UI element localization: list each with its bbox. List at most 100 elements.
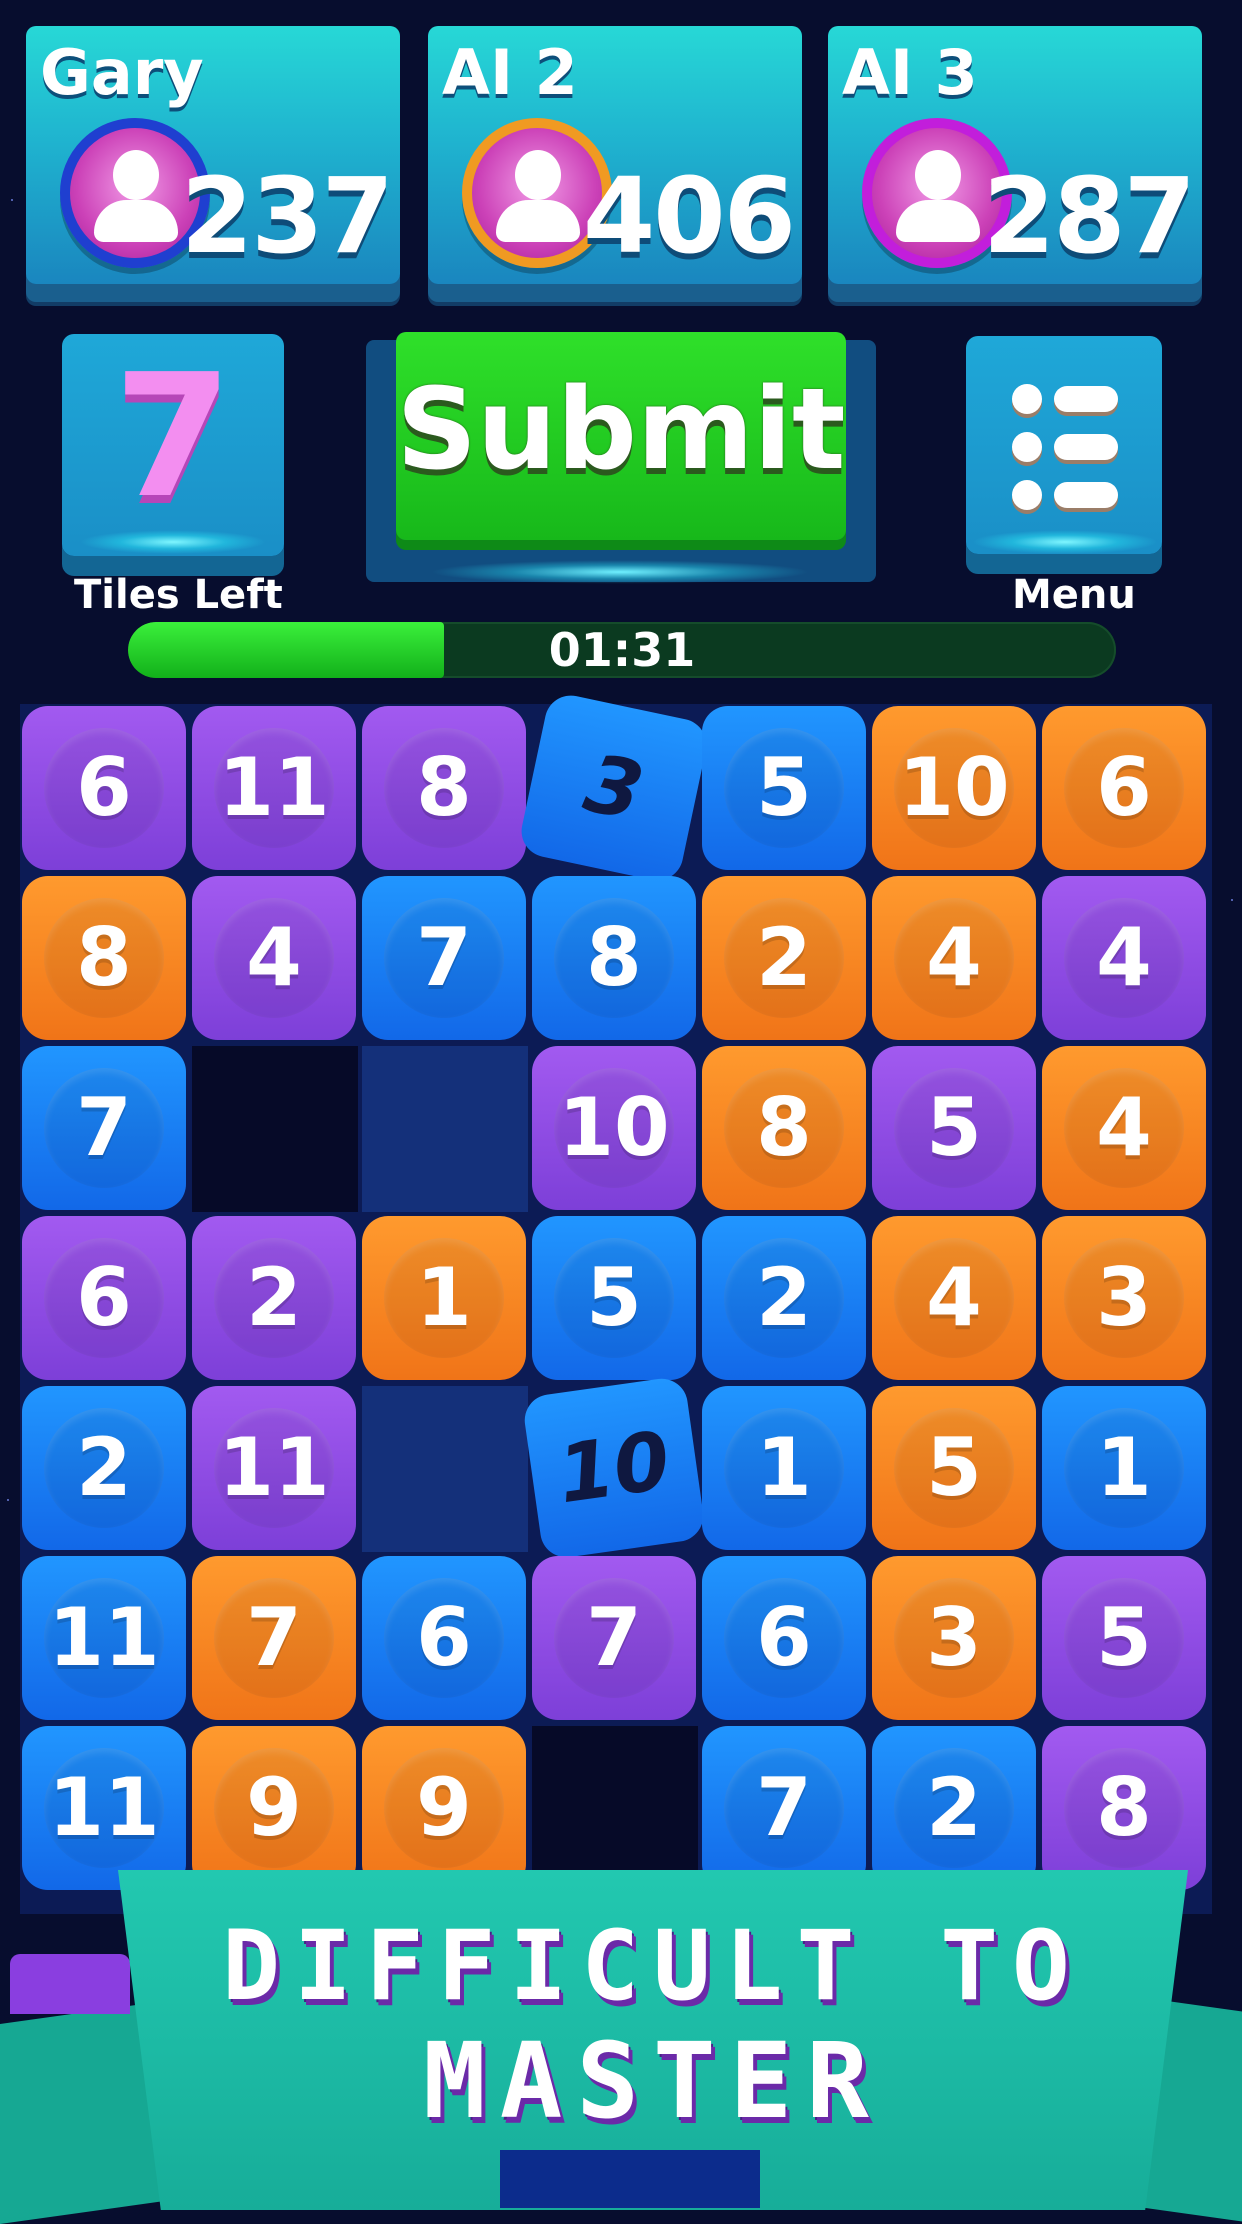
tile-value: 10 — [898, 741, 1010, 834]
tile-value: 2 — [926, 1761, 982, 1854]
tile-value: 11 — [48, 1591, 160, 1684]
number-tile[interactable]: 7 — [22, 1046, 186, 1210]
timer-bar: 01:31 — [128, 622, 1116, 678]
tile-value: 11 — [218, 1421, 330, 1514]
number-tile[interactable]: 8 — [22, 876, 186, 1040]
number-tile[interactable]: 7 — [192, 1556, 356, 1720]
number-tile[interactable]: 3 — [872, 1556, 1036, 1720]
number-tile[interactable]: 8 — [702, 1046, 866, 1210]
number-tile[interactable]: 2 — [192, 1216, 356, 1380]
number-tile[interactable]: 6 — [22, 706, 186, 870]
number-tile[interactable]: 7 — [362, 876, 526, 1040]
tiles-left-value: 7 — [113, 338, 233, 536]
number-tile[interactable]: 8 — [532, 876, 696, 1040]
number-tile[interactable]: 4 — [872, 1216, 1036, 1380]
tile-value: 8 — [586, 911, 642, 1004]
tiles-left-counter: 7 — [62, 334, 284, 556]
number-tile[interactable]: 1 — [362, 1216, 526, 1380]
tile-value: 1 — [416, 1251, 472, 1344]
number-tile[interactable]: 5 — [702, 706, 866, 870]
tile-value: 10 — [558, 1081, 670, 1174]
number-tile[interactable]: 7 — [532, 1556, 696, 1720]
number-tile[interactable]: 8 — [362, 706, 526, 870]
number-tile[interactable]: 2 — [702, 1216, 866, 1380]
number-tile[interactable]: 11 — [22, 1726, 186, 1890]
number-tile[interactable]: 9 — [362, 1726, 526, 1890]
tile-value: 5 — [756, 741, 812, 834]
tile-value: 4 — [246, 911, 302, 1004]
number-tile[interactable]: 5 — [872, 1046, 1036, 1210]
number-tile[interactable]: 4 — [1042, 876, 1206, 1040]
banner-line-1: DIFFICULT TO — [222, 1910, 1084, 2022]
timer-text: 01:31 — [548, 623, 696, 677]
tile-value: 8 — [416, 741, 472, 834]
tile-value: 7 — [756, 1761, 812, 1854]
tile-value: 11 — [48, 1761, 160, 1854]
tile-value: 5 — [1096, 1591, 1152, 1684]
tile-value: 11 — [218, 741, 330, 834]
tile-value: 1 — [756, 1421, 812, 1514]
tiles-left-label: Tiles Left — [74, 572, 283, 618]
tile-value: 3 — [577, 736, 651, 839]
number-tile[interactable]: 6 — [22, 1216, 186, 1380]
number-tile[interactable]: 10 — [872, 706, 1036, 870]
submit-button[interactable]: Submit — [396, 332, 846, 540]
tile-value: 6 — [1096, 741, 1152, 834]
number-tile[interactable]: 1 — [702, 1386, 866, 1550]
glow-decoration — [972, 530, 1158, 554]
empty-cell[interactable] — [362, 1386, 528, 1552]
number-tile[interactable]: 2 — [872, 1726, 1036, 1890]
number-tile[interactable]: 8 — [1042, 1726, 1206, 1890]
number-tile[interactable]: 4 — [1042, 1046, 1206, 1210]
player-score: 287 — [982, 155, 1196, 277]
tile-value: 9 — [246, 1761, 302, 1854]
tile-value: 3 — [1096, 1251, 1152, 1344]
empty-cell[interactable] — [362, 1046, 528, 1212]
tile-value: 2 — [76, 1421, 132, 1514]
tile-partial — [10, 1954, 130, 2014]
number-tile[interactable]: 11 — [192, 706, 356, 870]
menu-button[interactable] — [966, 336, 1162, 554]
number-tile[interactable]: 7 — [702, 1726, 866, 1890]
number-tile[interactable]: 2 — [702, 876, 866, 1040]
player-score: 237 — [180, 155, 394, 277]
tile-value: 6 — [76, 741, 132, 834]
number-tile[interactable]: 5 — [872, 1386, 1036, 1550]
tile-value: 5 — [926, 1421, 982, 1514]
player-card-3: AI 3 287 — [828, 26, 1202, 284]
tile-value: 4 — [1096, 911, 1152, 1004]
tile-value: 5 — [926, 1081, 982, 1174]
tile-value: 2 — [246, 1251, 302, 1344]
number-tile[interactable]: 6 — [362, 1556, 526, 1720]
glow-decoration — [80, 530, 266, 554]
dragged-tile[interactable]: 3 — [516, 690, 712, 886]
number-tile[interactable]: 9 — [192, 1726, 356, 1890]
player-card-1: Gary 237 — [26, 26, 400, 284]
number-tile[interactable]: 11 — [22, 1556, 186, 1720]
tile-value: 7 — [246, 1591, 302, 1684]
number-tile[interactable]: 3 — [1042, 1216, 1206, 1380]
tile-value: 8 — [1096, 1761, 1152, 1854]
banner-decoration — [500, 2150, 760, 2208]
number-tile[interactable]: 10 — [532, 1046, 696, 1210]
tile-value: 9 — [416, 1761, 472, 1854]
tile-value: 2 — [756, 911, 812, 1004]
tile-value: 4 — [1096, 1081, 1152, 1174]
number-tile[interactable]: 6 — [1042, 706, 1206, 870]
number-tile[interactable]: 4 — [192, 876, 356, 1040]
number-tile[interactable]: 2 — [22, 1386, 186, 1550]
number-tile[interactable]: 11 — [192, 1386, 356, 1550]
tile-value: 4 — [926, 911, 982, 1004]
dragged-tile[interactable]: 10 — [521, 1375, 707, 1561]
number-tile[interactable]: 1 — [1042, 1386, 1206, 1550]
tile-value: 2 — [756, 1251, 812, 1344]
tile-value: 7 — [76, 1081, 132, 1174]
player-name: Gary — [40, 36, 204, 109]
tile-value: 4 — [926, 1251, 982, 1344]
number-tile[interactable]: 5 — [1042, 1556, 1206, 1720]
empty-cell[interactable] — [532, 1726, 698, 1892]
number-tile[interactable]: 5 — [532, 1216, 696, 1380]
empty-cell[interactable] — [192, 1046, 358, 1212]
number-tile[interactable]: 4 — [872, 876, 1036, 1040]
number-tile[interactable]: 6 — [702, 1556, 866, 1720]
